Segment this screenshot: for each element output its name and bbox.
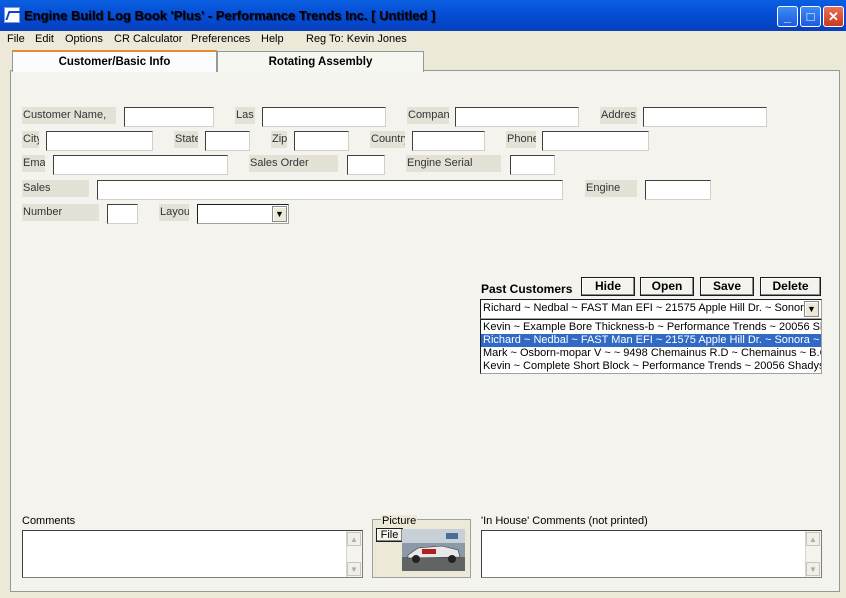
- chevron-down-icon[interactable]: ▼: [272, 206, 287, 222]
- in-house-comments-textarea[interactable]: [481, 530, 822, 578]
- past-customers-list[interactable]: Kevin ~ Example Bore Thickness-b ~ Perfo…: [480, 319, 822, 374]
- scroll-up-icon[interactable]: ▲: [347, 532, 361, 546]
- address-field[interactable]: [643, 107, 767, 127]
- address-label: Addres: [600, 107, 637, 124]
- scroll-up-icon[interactable]: ▲: [806, 532, 820, 546]
- menu-preferences[interactable]: Preferences: [191, 33, 250, 45]
- last-name-label: Las: [235, 107, 255, 124]
- past-customers-dropdown[interactable]: Richard ~ Nedbal ~ FAST Man EFI ~ 21575 …: [480, 299, 822, 319]
- minimize-icon[interactable]: _: [777, 6, 798, 27]
- layout-label: Layou: [159, 204, 189, 221]
- engine-serial-field[interactable]: [510, 155, 555, 175]
- past-customers-label: Past Customers: [481, 282, 573, 296]
- company-label: Compan: [407, 107, 449, 124]
- number-label: Number: [22, 204, 99, 221]
- menu-file[interactable]: File: [7, 33, 25, 45]
- list-item[interactable]: Mark ~ Osborn-mopar V ~ ~ 9498 Chemainus…: [481, 347, 821, 360]
- engine-serial-label: Engine Serial: [406, 155, 501, 172]
- comments-label: Comments: [22, 515, 76, 527]
- last-name-field[interactable]: [262, 107, 386, 127]
- number-field[interactable]: [107, 204, 138, 224]
- company-field[interactable]: [455, 107, 579, 127]
- list-item[interactable]: Kevin ~ Example Bore Thickness-b ~ Perfo…: [481, 321, 821, 334]
- chevron-down-icon[interactable]: ▼: [804, 301, 819, 317]
- window-title: Engine Build Log Book 'Plus' - Performan…: [24, 8, 436, 23]
- menu-edit[interactable]: Edit: [35, 33, 54, 45]
- picture-file-button[interactable]: File: [376, 528, 403, 542]
- menu-help[interactable]: Help: [261, 33, 284, 45]
- list-item[interactable]: Kevin ~ Complete Short Block ~ Performan…: [481, 360, 821, 373]
- tab-customer-basic-info[interactable]: Customer/Basic Info: [12, 50, 217, 72]
- city-label: City: [22, 131, 39, 148]
- comments-textarea[interactable]: [22, 530, 363, 578]
- city-field[interactable]: [46, 131, 153, 151]
- sales-field[interactable]: [97, 180, 563, 200]
- app-icon: [4, 7, 20, 23]
- menu-options[interactable]: Options: [65, 33, 103, 45]
- menu-cr-calculator[interactable]: CR Calculator: [114, 33, 182, 45]
- save-button[interactable]: Save: [700, 277, 754, 296]
- zip-label: Zip: [271, 131, 287, 148]
- delete-button[interactable]: Delete: [760, 277, 821, 296]
- email-label: Ema: [22, 155, 45, 172]
- hide-button[interactable]: Hide: [581, 277, 635, 296]
- picture-label: Picture: [381, 515, 418, 527]
- email-field[interactable]: [53, 155, 228, 175]
- maximize-icon[interactable]: □: [800, 6, 821, 27]
- state-label: State: [174, 131, 198, 148]
- phone-label: Phone: [506, 131, 536, 148]
- engine-car-photo[interactable]: [402, 529, 465, 571]
- in-house-comments-label: 'In House' Comments (not printed): [481, 515, 648, 527]
- engine-field[interactable]: [645, 180, 711, 200]
- phone-field[interactable]: [542, 131, 649, 151]
- state-field[interactable]: [205, 131, 250, 151]
- sales-order-field[interactable]: [347, 155, 385, 175]
- customer-name-label: Customer Name,: [22, 107, 116, 124]
- registration-text: Reg To: Kevin Jones: [306, 33, 407, 45]
- country-label: Country: [370, 131, 405, 148]
- sales-label: Sales: [22, 180, 89, 197]
- close-icon[interactable]: ✕: [823, 6, 844, 27]
- open-button[interactable]: Open: [640, 277, 694, 296]
- sales-order-label: Sales Order: [249, 155, 338, 172]
- list-item-selected[interactable]: Richard ~ Nedbal ~ FAST Man EFI ~ 21575 …: [481, 334, 821, 347]
- zip-field[interactable]: [294, 131, 349, 151]
- tab-rotating-assembly[interactable]: Rotating Assembly: [217, 51, 424, 72]
- country-field[interactable]: [412, 131, 485, 151]
- engine-label: Engine: [585, 180, 637, 197]
- customer-name-field[interactable]: [124, 107, 214, 127]
- scroll-down-icon[interactable]: ▼: [347, 562, 361, 576]
- scroll-down-icon[interactable]: ▼: [806, 562, 820, 576]
